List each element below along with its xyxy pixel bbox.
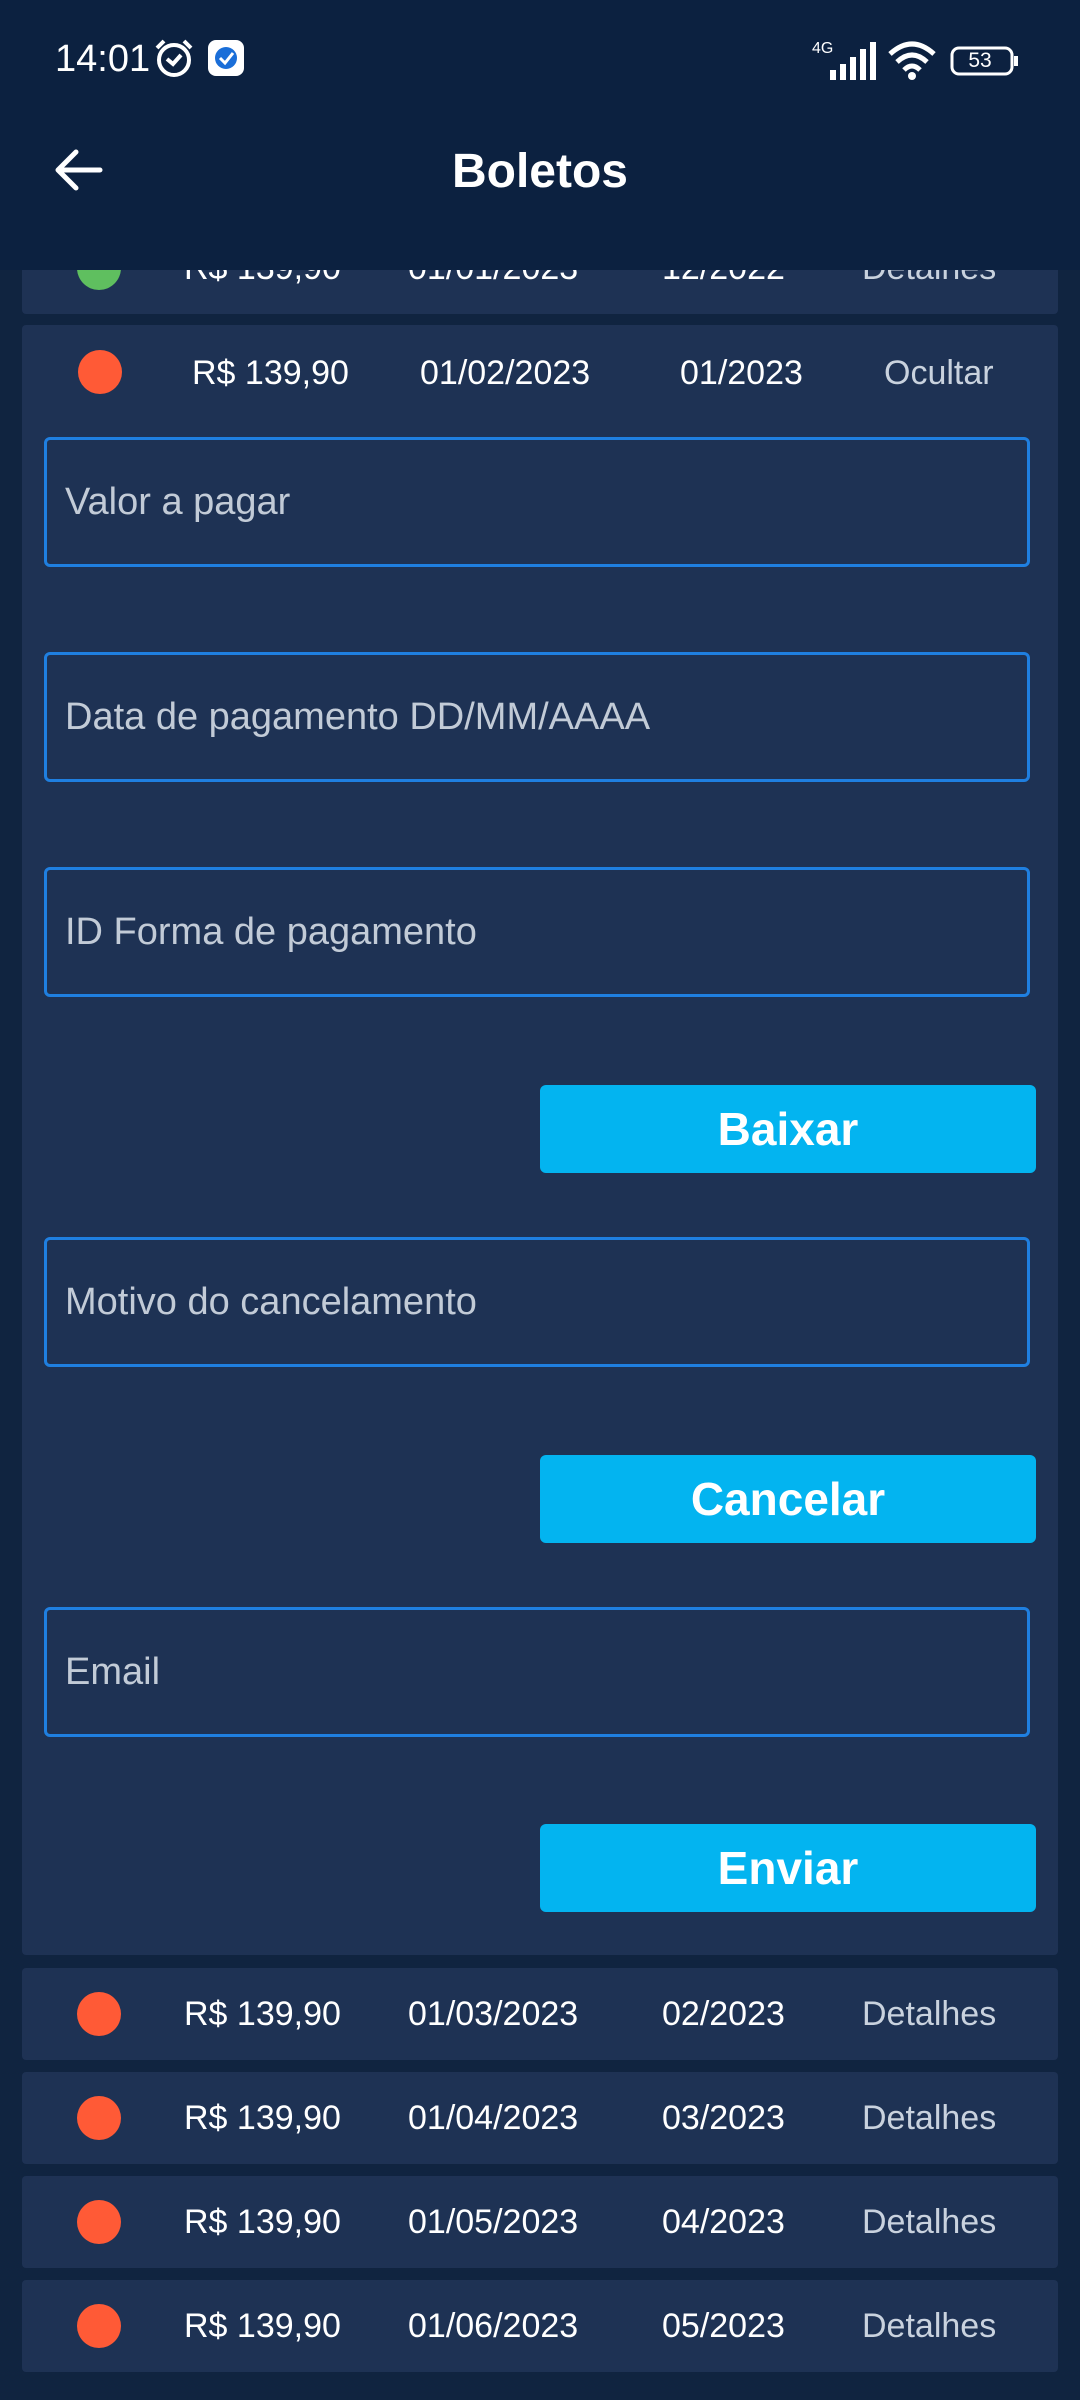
boletos-list[interactable]: R$ 139,90 01/01/2023 12/2022 Detalhes R$… [0,270,1080,2400]
details-link[interactable]: Detalhes [862,270,996,314]
boleto-due-date: 01/06/2023 [408,2307,579,2345]
details-link[interactable]: Detalhes [862,2072,996,2164]
email-field[interactable] [44,1607,1030,1737]
boleto-row: R$ 139,90 01/05/2023 04/2023 Detalhes [22,2176,1058,2268]
cancel-reason-field[interactable] [44,1237,1030,1367]
boleto-reference: 01/2023 [680,354,803,392]
details-link[interactable]: Detalhes [862,2280,996,2372]
cancel-button[interactable]: Cancelar [540,1455,1036,1543]
boleto-reference: 04/2023 [662,2203,785,2241]
status-dot-icon [77,1992,121,2036]
wifi-icon [888,41,936,80]
battery-level: 53 [968,49,992,72]
status-bar: 14:01 4G 53 [0,0,1080,120]
alarm-icon [155,39,193,77]
status-dot-icon [77,270,121,290]
boleto-value: R$ 139,90 [184,270,341,314]
boleto-row: R$ 139,90 01/04/2023 03/2023 Detalhes [22,2072,1058,2164]
payment-date-input[interactable] [47,655,1027,779]
cancel-reason-input[interactable] [47,1240,1027,1364]
boleto-reference: 03/2023 [662,2099,785,2137]
details-link[interactable]: Detalhes [862,2176,996,2268]
payment-method-input[interactable] [47,870,1027,994]
boleto-due-date: 01/03/2023 [408,1995,579,2033]
status-dot-icon [77,2096,121,2140]
email-input[interactable] [47,1610,1027,1734]
signal-icon [830,42,876,80]
boleto-row-expanded: R$ 139,90 01/02/2023 01/2023 Ocultar Bai… [22,325,1058,1955]
amount-input[interactable] [47,440,1027,564]
status-time: 14:01 [55,38,151,80]
app-notification-icon [208,40,244,76]
hide-link[interactable]: Ocultar [884,325,994,421]
boleto-row: R$ 139,90 01/01/2023 12/2022 Detalhes [22,270,1058,314]
boleto-value: R$ 139,90 [184,1995,341,2033]
boleto-reference: 05/2023 [662,2307,785,2345]
page-title: Boletos [451,145,628,198]
boleto-row: R$ 139,90 01/06/2023 05/2023 Detalhes [22,2280,1058,2372]
boleto-row: R$ 139,90 01/03/2023 02/2023 Detalhes [22,1968,1058,2060]
status-dot-icon [77,2304,121,2348]
boleto-value: R$ 139,90 [184,2099,341,2137]
status-dot-icon [78,350,122,394]
download-button[interactable]: Baixar [540,1085,1036,1173]
amount-field[interactable] [44,437,1030,567]
status-dot-icon [77,2200,121,2244]
boleto-reference: 02/2023 [662,1995,785,2033]
boleto-value: R$ 139,90 [184,2203,341,2241]
boleto-value: R$ 139,90 [192,354,349,392]
payment-method-field[interactable] [44,867,1030,997]
boleto-due-date: 01/01/2023 [408,270,578,314]
boleto-value: R$ 139,90 [184,2307,341,2345]
boleto-reference: 12/2022 [662,270,785,314]
send-button[interactable]: Enviar [540,1824,1036,1912]
boleto-due-date: 01/02/2023 [420,354,591,392]
boleto-due-date: 01/04/2023 [408,2099,579,2137]
boleto-due-date: 01/05/2023 [408,2203,579,2241]
payment-date-field[interactable] [44,652,1030,782]
details-link[interactable]: Detalhes [862,1968,996,2060]
